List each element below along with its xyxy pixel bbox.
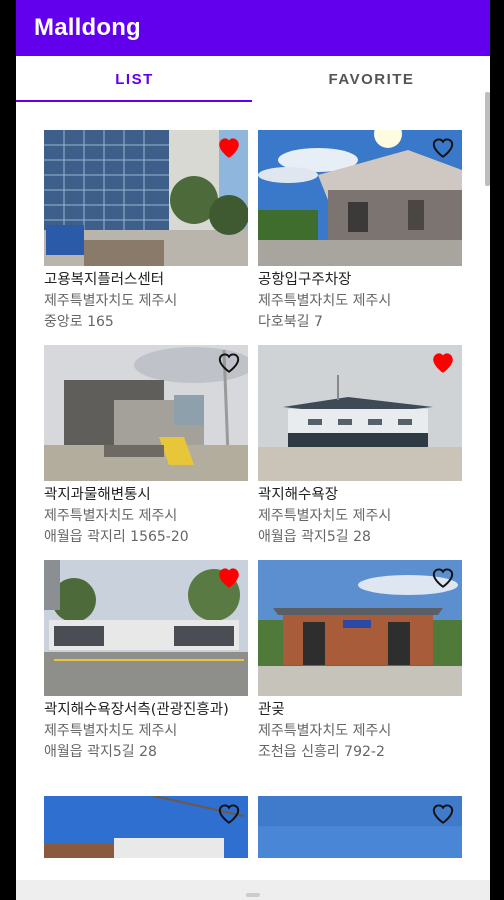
heart-filled-icon[interactable]: [216, 135, 242, 159]
place-address-line1: 제주특별자치도 제주시: [44, 723, 178, 739]
place-photo: [258, 130, 462, 266]
app-title: Malldong: [34, 14, 141, 41]
navigation-bar: [16, 880, 490, 900]
heart-outline-icon[interactable]: [430, 801, 456, 825]
list-item[interactable]: 곽지과물해변통시 제주특별자치도 제주시 애월읍 곽지리 1565-20: [44, 345, 248, 560]
place-name: 고용복지플러스센터: [44, 272, 165, 288]
place-address-line2: 애월읍 곽지리 1565-20: [44, 529, 189, 545]
place-address-line1: 제주특별자치도 제주시: [44, 508, 178, 524]
place-address-line2: 애월읍 곽지5길 28: [44, 744, 157, 760]
place-address-line2: 다호북길 7: [258, 314, 323, 330]
tab-indicator: [16, 100, 252, 102]
list-item[interactable]: 고용복지플러스센터 제주특별자치도 제주시 중앙로 165: [44, 130, 248, 345]
place-photo: [258, 560, 462, 696]
list-item[interactable]: 관곶 제주특별자치도 제주시 조천읍 신흥리 792-2: [258, 560, 462, 796]
heart-outline-icon[interactable]: [430, 565, 456, 589]
heart-filled-icon[interactable]: [216, 565, 242, 589]
place-address-line2: 중앙로 165: [44, 314, 114, 330]
list-item[interactable]: 곽지해수욕장서측(관광진흥과) 제주특별자치도 제주시 애월읍 곽지5길 28: [44, 560, 248, 796]
place-photo: [44, 345, 248, 481]
place-name: 곽지과물해변통시: [44, 487, 151, 503]
place-address-line2: 조천읍 신흥리 792-2: [258, 744, 385, 760]
place-list: 고용복지플러스센터 제주특별자치도 제주시 중앙로 165 공항입구주차장 제주…: [44, 130, 464, 796]
place-address-line1: 제주특별자치도 제주시: [258, 508, 392, 524]
place-photo: [44, 560, 248, 696]
heart-outline-icon[interactable]: [216, 801, 242, 825]
place-name: 곽지해수욕장서측(관광진흥과): [44, 702, 229, 718]
list-item[interactable]: [44, 796, 248, 858]
place-address-line1: 제주특별자치도 제주시: [258, 723, 392, 739]
place-address-line1: 제주특별자치도 제주시: [258, 293, 392, 309]
app-screen: Malldong LIST FAVORITE 고용복지플러스센터 제주특별자치도…: [16, 0, 490, 900]
app-bar: Malldong: [16, 0, 490, 56]
list-item[interactable]: 곽지해수욕장 제주특별자치도 제주시 애월읍 곽지5길 28: [258, 345, 462, 560]
place-photo: [258, 345, 462, 481]
place-name: 공항입구주차장: [258, 272, 352, 288]
place-name: 곽지해수욕장: [258, 487, 339, 503]
place-name: 관곶: [258, 702, 285, 718]
heart-outline-icon[interactable]: [216, 350, 242, 374]
tab-bar: LIST FAVORITE: [16, 56, 490, 102]
place-photo: [44, 130, 248, 266]
heart-outline-icon[interactable]: [430, 135, 456, 159]
tab-list[interactable]: LIST: [16, 56, 253, 102]
heart-filled-icon[interactable]: [430, 350, 456, 374]
scrollbar[interactable]: [485, 92, 490, 186]
place-address-line2: 애월읍 곽지5길 28: [258, 529, 371, 545]
list-item[interactable]: [258, 796, 462, 858]
list-item[interactable]: 공항입구주차장 제주특별자치도 제주시 다호북길 7: [258, 130, 462, 345]
tab-favorite[interactable]: FAVORITE: [253, 56, 490, 102]
home-handle-icon[interactable]: [246, 893, 260, 897]
place-address-line1: 제주특별자치도 제주시: [44, 293, 178, 309]
